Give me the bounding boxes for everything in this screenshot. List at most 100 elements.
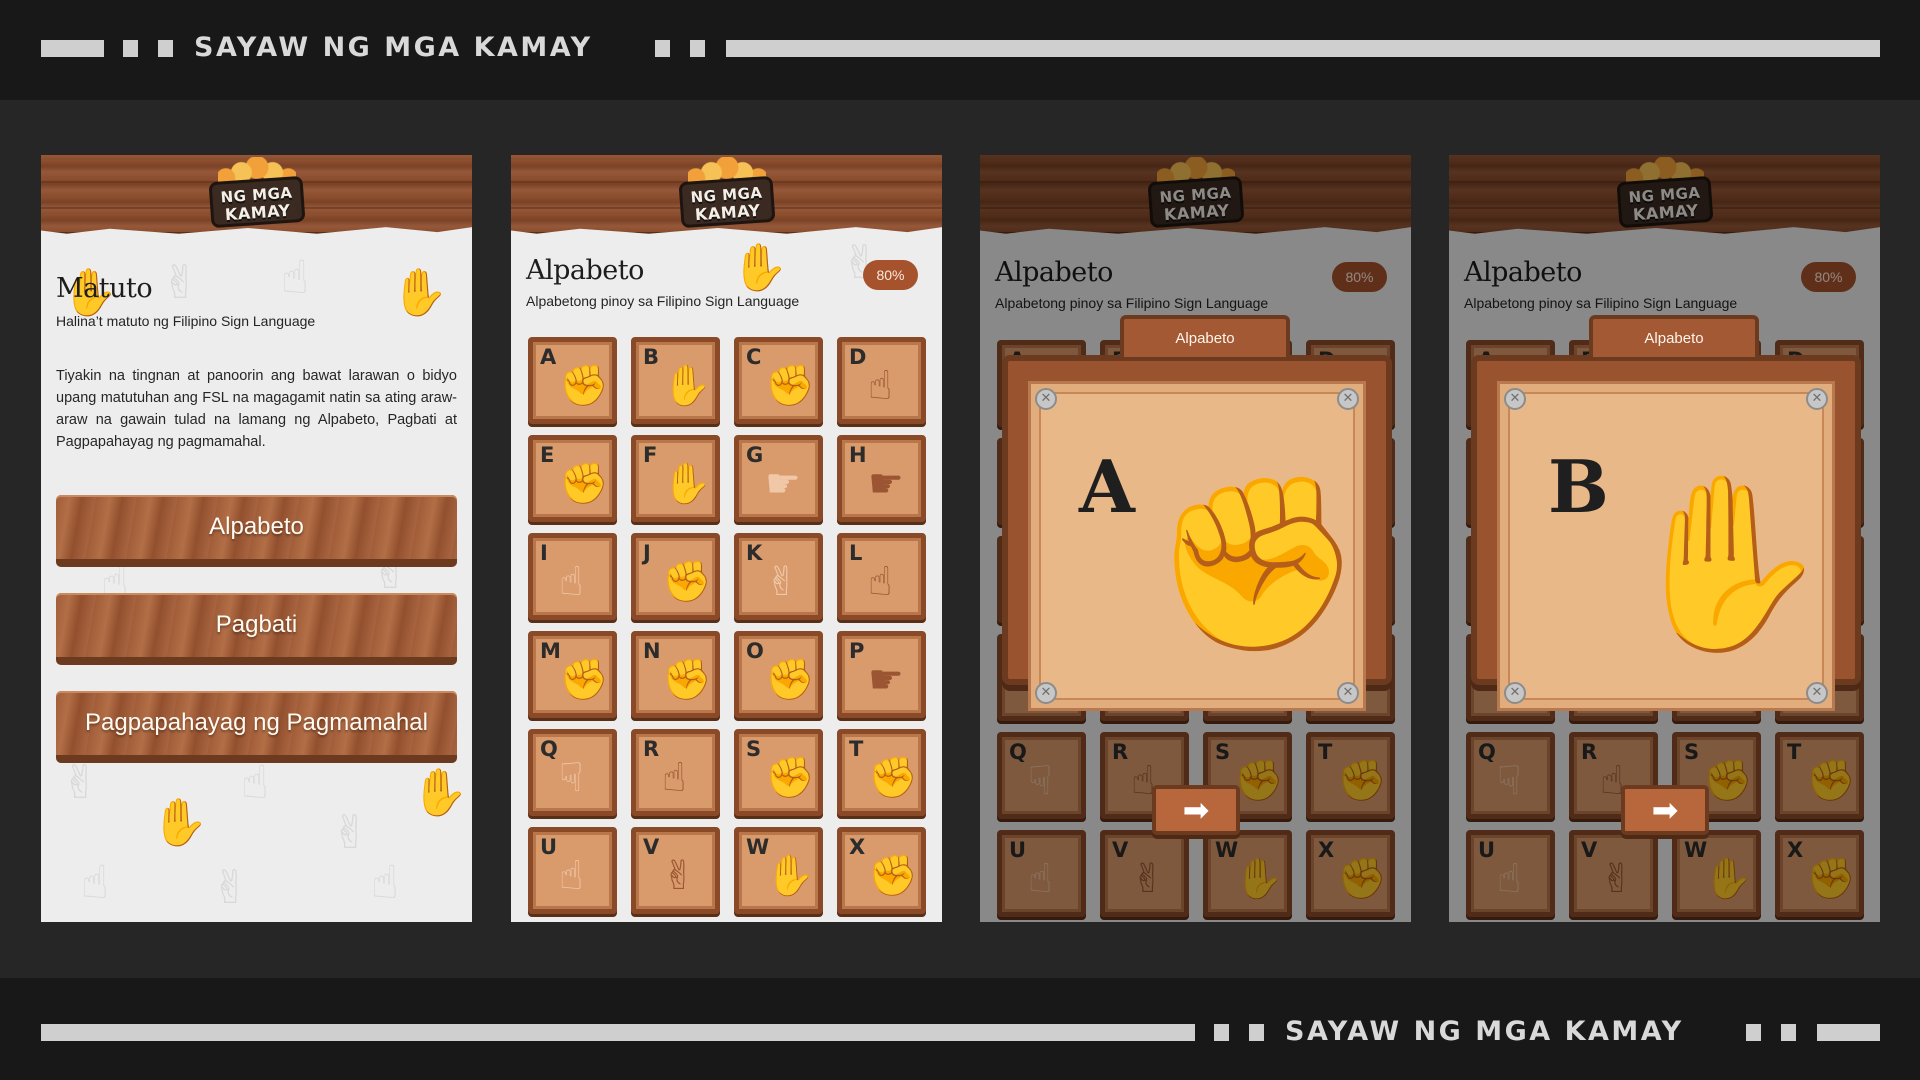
hand-sign-icon: ☝ <box>662 755 687 801</box>
letter-tile-h[interactable]: H☛ <box>837 435 926 522</box>
letter-tile-l[interactable]: L☝ <box>837 533 926 620</box>
tile-letter: M <box>540 639 561 663</box>
banner-square <box>690 40 705 57</box>
letter-tile-b[interactable]: B✋ <box>631 337 720 424</box>
alpabeto-button[interactable]: Alpabeto <box>56 495 457 567</box>
page-subtitle: Alpabetong pinoy sa Filipino Sign Langua… <box>526 293 800 309</box>
letter-tile-j[interactable]: J✊ <box>631 533 720 620</box>
letter-tile-g[interactable]: G☛ <box>734 435 823 522</box>
banner-bar <box>1817 1024 1880 1041</box>
hand-sign-icon: ✊ <box>662 657 712 703</box>
screw-icon: ✕ <box>1806 388 1828 410</box>
hand-sign-icon: ✌ <box>765 559 799 605</box>
button-label: Pagpapahayag ng Pagmamahal <box>85 709 428 736</box>
banner-square <box>1746 1024 1761 1041</box>
next-button[interactable]: ➡ <box>1621 785 1709 835</box>
letter-tile-v[interactable]: V ✌ <box>631 827 720 914</box>
letter-tile-e[interactable]: E✊ <box>528 435 617 522</box>
hand-sign-icon: ✌ <box>662 853 696 899</box>
letter-tile-s[interactable]: S ✊ <box>734 729 823 816</box>
tile-letter: L <box>849 541 863 565</box>
letter-grid: A✊B✋C✊D☝E✊F✋G☛H☛I☝J✊K✌L☝M✊N✊O✊P☛Q☟R☝S✊T✊… <box>528 337 929 914</box>
screw-icon: ✕ <box>1806 682 1828 704</box>
letter-label: A <box>1079 444 1135 529</box>
tile-letter: F <box>643 443 658 467</box>
hand-sign-b-icon: ✋ <box>1620 465 1832 663</box>
banner-square <box>1249 1024 1264 1041</box>
letter-tile-p[interactable]: P☛ <box>837 631 926 718</box>
letter-tile-o[interactable]: O✊ <box>734 631 823 718</box>
letter-tile-r[interactable]: R ☝ <box>631 729 720 816</box>
hand-sign-icon: ✊ <box>559 363 609 409</box>
hand-sign-icon: ✊ <box>765 755 815 801</box>
hand-sign-icon: ✊ <box>559 461 609 507</box>
tile-letter: J <box>643 541 651 565</box>
letter-tile-m[interactable]: M✊ <box>528 631 617 718</box>
letter-tile-i[interactable]: I☝ <box>528 533 617 620</box>
hand-sign-icon: ✊ <box>662 559 712 605</box>
letter-tile-d[interactable]: D☝ <box>837 337 926 424</box>
hand-sign-a-icon: ✊ <box>1151 465 1363 663</box>
tile-letter: D <box>849 345 867 369</box>
letter-tile-q[interactable]: Q ☟ <box>528 729 617 816</box>
page-description: Tiyakin na tingnan at panoorin ang bawat… <box>56 368 457 450</box>
screw-icon: ✕ <box>1035 682 1057 704</box>
hand-sign-icon: ✊ <box>868 755 918 801</box>
tile-letter: R <box>643 737 660 761</box>
letter-card: ✕ ✕ ✕ ✕ A ✊ <box>1028 381 1366 711</box>
tile-letter: H <box>849 443 867 467</box>
banner-square <box>158 40 173 57</box>
banner-square <box>1781 1024 1796 1041</box>
tile-letter: U <box>540 835 558 859</box>
letter-tile-n[interactable]: N✊ <box>631 631 720 718</box>
phone-alpabeto: ✋ ✌ NG MGA KAMAY Alpabeto Alpabetong pino… <box>511 155 942 922</box>
hand-sign-icon: ☛ <box>868 657 904 703</box>
hand-sign-icon: ☟ <box>559 755 584 801</box>
letter-tile-t[interactable]: T ✊ <box>837 729 926 816</box>
hand-sign-icon: ✊ <box>765 657 815 703</box>
next-button[interactable]: ➡ <box>1152 785 1240 835</box>
letter-tile-c[interactable]: C✊ <box>734 337 823 424</box>
letter-modal: Alpabeto ✕ ✕ ✕ ✕ A ✊ <box>1002 315 1392 711</box>
hand-sign-icon: ✋ <box>765 853 815 899</box>
tile-letter: E <box>540 443 555 467</box>
letter-tile-a[interactable]: A✊ <box>528 337 617 424</box>
hand-sign-icon: ☝ <box>868 363 893 409</box>
modal-tab: Alpabeto <box>1589 315 1759 361</box>
letter-card: ✕ ✕ ✕ ✕ B ✋ <box>1497 381 1835 711</box>
banner-title: SAYAW NG MGA KAMAY <box>194 32 593 63</box>
screw-icon: ✕ <box>1504 388 1526 410</box>
letter-modal: Alpabeto ✕ ✕ ✕ ✕ B ✋ <box>1471 315 1861 711</box>
tile-letter: S <box>746 737 762 761</box>
hand-sign-icon: ✋ <box>662 461 712 507</box>
tile-letter: T <box>849 737 864 761</box>
screw-icon: ✕ <box>1504 682 1526 704</box>
page-title: Alpabeto <box>526 255 644 286</box>
pagpapahayag-button[interactable]: Pagpapahayag ng Pagmamahal <box>56 691 457 763</box>
hand-sign-icon: ✊ <box>868 853 918 899</box>
pagbati-button[interactable]: Pagbati <box>56 593 457 665</box>
tile-letter: O <box>746 639 764 663</box>
modal-tab: Alpabeto <box>1120 315 1290 361</box>
banner-bar <box>41 1024 1195 1041</box>
arrow-right-icon: ➡ <box>1651 791 1679 829</box>
banner-bar <box>41 40 104 57</box>
page-subtitle: Halina’t matuto ng Filipino Sign Languag… <box>56 313 316 329</box>
letter-tile-x[interactable]: X ✊ <box>837 827 926 914</box>
hand-sign-icon: ☛ <box>765 461 801 507</box>
tile-letter: A <box>540 345 557 369</box>
letter-label: B <box>1548 444 1609 529</box>
letter-tile-u[interactable]: U ☝ <box>528 827 617 914</box>
tile-letter: I <box>540 541 548 565</box>
screw-icon: ✕ <box>1035 388 1057 410</box>
game-logo: NG MGA KAMAY <box>206 157 308 229</box>
hand-sign-icon: ✊ <box>765 363 815 409</box>
hand-sign-icon: ☝ <box>868 559 893 605</box>
letter-tile-f[interactable]: F✋ <box>631 435 720 522</box>
letter-tile-k[interactable]: K✌ <box>734 533 823 620</box>
tile-letter: X <box>849 835 866 859</box>
letter-tile-w[interactable]: W ✋ <box>734 827 823 914</box>
page-title: Matuto <box>56 273 153 304</box>
tile-letter: P <box>849 639 865 663</box>
game-logo: NG MGA KAMAY <box>676 157 778 229</box>
